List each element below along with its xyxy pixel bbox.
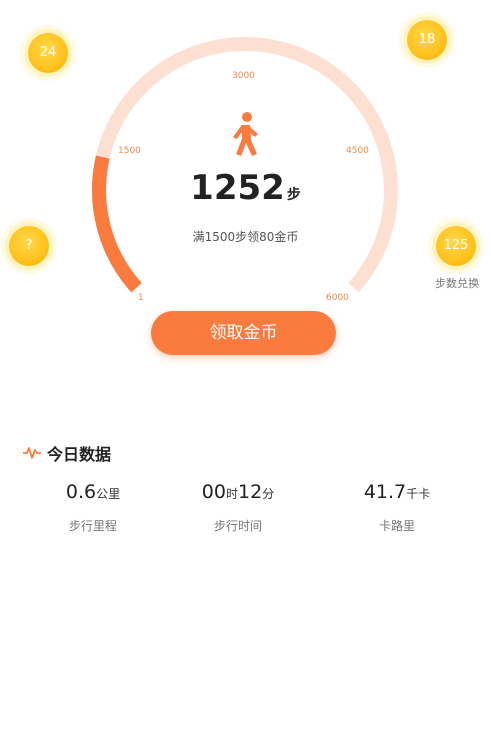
gauge-tick-label: 6000 xyxy=(326,293,349,303)
coin-bubble[interactable]: 24 xyxy=(28,33,68,73)
stat-value-minutes: 12 xyxy=(238,481,263,503)
stat-label: 卡路里 xyxy=(378,519,415,533)
stat-label: 步行时间 xyxy=(213,519,262,533)
gauge-tick-label: 1500 xyxy=(118,146,141,156)
stat-unit: 公里 xyxy=(96,487,121,501)
gauge-tick-label: 1 xyxy=(138,293,144,303)
claim-coins-button[interactable]: 领取金币 xyxy=(151,311,336,355)
step-count: 1252 xyxy=(190,168,285,208)
stat-label: 步行里程 xyxy=(68,519,117,533)
gauge-tick-label: 3000 xyxy=(232,71,255,81)
walking-person-icon xyxy=(233,112,258,156)
step-count-display: 1252 步 xyxy=(0,168,491,208)
heartbeat-pulse-icon xyxy=(23,447,41,459)
stat-value-hours: 00 xyxy=(201,481,226,503)
reward-hint: 满1500步领80金币 xyxy=(192,230,299,244)
coin-value: 18 xyxy=(418,32,436,47)
stat-unit-hours: 时 xyxy=(225,487,238,501)
stat-unit: 千卡 xyxy=(406,487,431,501)
step-exchange-label[interactable]: 步数兑换 xyxy=(421,275,491,291)
coin-value: 24 xyxy=(39,45,57,60)
stat-distance: 0.6公里 步行里程 xyxy=(23,481,163,534)
step-unit: 步 xyxy=(286,187,301,203)
section-title: 今日数据 xyxy=(47,445,112,464)
stat-value: 41.7 xyxy=(363,481,407,503)
gauge-tick-label: 4500 xyxy=(346,146,369,156)
stat-value: 0.6 xyxy=(65,481,97,503)
stat-walk-time: 00时12分 步行时间 xyxy=(168,481,308,534)
stat-calories: 41.7千卡 卡路里 xyxy=(327,481,467,534)
coin-bubble[interactable]: 18 xyxy=(407,20,447,60)
today-data-header: 今日数据 xyxy=(23,441,111,465)
stat-unit-minutes: 分 xyxy=(262,487,275,501)
